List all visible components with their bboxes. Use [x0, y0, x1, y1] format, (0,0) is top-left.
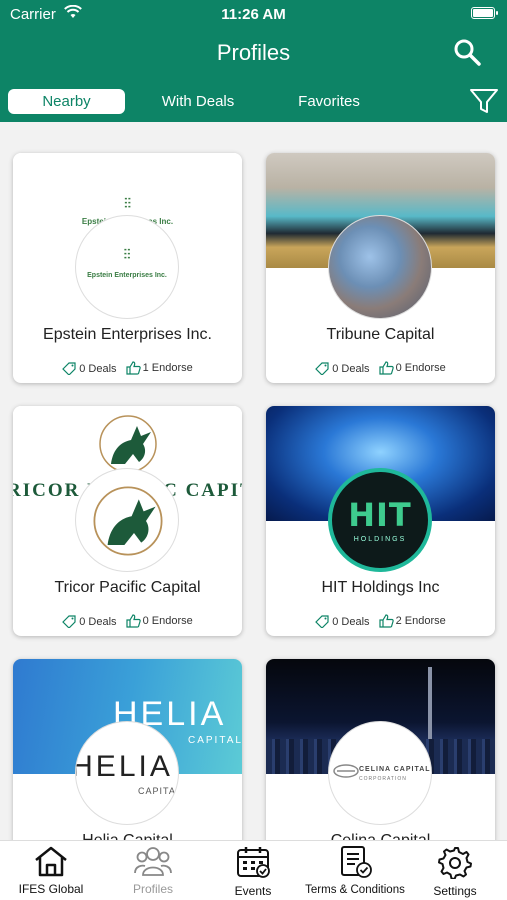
avatar: ⫶⫶ Epstein Enterprises Inc. — [75, 215, 179, 319]
document-check-icon — [341, 846, 372, 878]
endorse-stat: 0 Endorse — [378, 361, 446, 375]
bottom-tab-bar: IFES Global Profiles Events Terms & Cond… — [0, 840, 507, 900]
profile-name: Celina Capital — [266, 832, 495, 840]
logo-text: HIT — [348, 496, 412, 534]
tabbar-label: IFES Global — [18, 882, 84, 896]
page-title: Profiles — [216, 40, 291, 65]
profile-card[interactable]: HELIA CAPITAL HELIA CAPITAL Helia Capita… — [13, 659, 242, 840]
tab-favorites[interactable]: Favorites — [283, 89, 375, 114]
clock: 11:26 AM — [221, 6, 286, 23]
home-icon — [35, 846, 67, 877]
profile-name: Tricor Pacific Capital — [54, 579, 201, 596]
tabbar-item-events[interactable]: Events — [209, 845, 297, 899]
tabbar-label: Events — [234, 884, 272, 898]
deals-stat: 0 Deals — [62, 615, 117, 628]
deals-stat: 0 Deals — [315, 615, 370, 628]
profile-card[interactable]: ⫶⫶ Epstein Enterprises Inc. ⫶⫶ Epstein E… — [13, 153, 242, 383]
thumbs-up-icon — [125, 361, 141, 375]
logo-subtext: CAPITAL — [138, 786, 179, 796]
avatar: HIT HOLDINGS — [328, 468, 432, 572]
profile-name: HIT Holdings Inc — [321, 579, 440, 596]
logo-subtext: HOLDINGS — [353, 536, 407, 543]
battery-icon — [471, 7, 498, 19]
profile-name: Epstein Enterprises Inc. — [43, 326, 212, 343]
avatar — [75, 468, 179, 572]
filter-icon[interactable] — [469, 87, 499, 115]
pegasus-logo — [99, 415, 157, 473]
gear-icon — [438, 847, 472, 880]
profile-card[interactable]: Tribune Capital 0 Deals 0 Endorse — [266, 153, 495, 383]
profile-card[interactable]: HIT HOLDINGS HIT Holdings Inc 0 Deals 2 … — [266, 406, 495, 636]
profile-stats: 0 Deals 0 Endorse — [266, 361, 495, 378]
endorse-stat: 1 Endorse — [125, 361, 193, 375]
app-header: Carrier 11:26 AM Profiles Nearby With De… — [0, 0, 507, 122]
tabbar-item-profiles[interactable]: Profiles — [107, 845, 199, 899]
logo-text: HELIA — [75, 750, 173, 783]
profile-name: Tribune Capital — [326, 326, 435, 343]
profile-grid: ⫶⫶ Epstein Enterprises Inc. ⫶⫶ Epstein E… — [0, 122, 507, 840]
avatar: HELIA CAPITAL — [75, 721, 179, 825]
calendar-icon — [237, 847, 270, 878]
tabbar-label: Terms & Conditions — [305, 884, 405, 896]
segment-tabs: Nearby With Deals Favorites — [0, 82, 507, 122]
profile-stats: 0 Deals 2 Endorse — [266, 614, 495, 631]
avatar — [328, 215, 432, 319]
tabbar-item-ifes-global[interactable]: IFES Global — [5, 845, 97, 899]
search-icon[interactable] — [453, 38, 481, 66]
tag-icon — [315, 615, 329, 628]
tabbar-label: Settings — [433, 884, 477, 898]
status-bar: Carrier 11:26 AM — [0, 0, 507, 28]
logo-text: CELINA CAPITAL — [359, 766, 431, 773]
profile-stats: 0 Deals 0 Endorse — [13, 614, 242, 631]
tab-nearby[interactable]: Nearby — [8, 89, 125, 114]
thumbs-up-icon — [378, 614, 394, 628]
cover-logo-subtext: CAPITAL — [188, 735, 242, 746]
tabbar-item-settings[interactable]: Settings — [412, 845, 498, 899]
profile-card[interactable]: RICOR PACIFIC CAPITA Tricor Pacific Capi… — [13, 406, 242, 636]
tabbar-label: Profiles — [132, 882, 173, 896]
cover-logo-mark: ⫶⫶ — [124, 195, 131, 211]
thumbs-up-icon — [125, 614, 141, 628]
tag-icon — [62, 362, 76, 375]
logo-subtext: CORPORATION — [359, 776, 407, 782]
profile-name: Helia Capital — [13, 832, 242, 840]
deals-stat: 0 Deals — [62, 362, 117, 375]
tabbar-item-terms[interactable]: Terms & Conditions — [300, 845, 410, 899]
profile-stats: 0 Deals 1 Endorse — [13, 361, 242, 378]
profile-card[interactable]: CELINA CAPITAL CORPORATION Celina Capita… — [266, 659, 495, 840]
avatar: CELINA CAPITAL CORPORATION — [328, 721, 432, 825]
deals-stat: 0 Deals — [315, 362, 370, 375]
endorse-stat: 0 Endorse — [125, 614, 193, 628]
celina-logo-icon — [333, 764, 359, 778]
tab-with-deals[interactable]: With Deals — [148, 89, 248, 114]
people-icon — [134, 847, 172, 876]
logo-text: Epstein Enterprises Inc. — [87, 272, 167, 279]
thumbs-up-icon — [378, 361, 394, 375]
logo-mark: ⫶⫶ — [123, 246, 131, 262]
tag-icon — [315, 362, 329, 375]
endorse-stat: 2 Endorse — [378, 614, 446, 628]
tag-icon — [62, 615, 76, 628]
pegasus-logo — [93, 486, 163, 556]
